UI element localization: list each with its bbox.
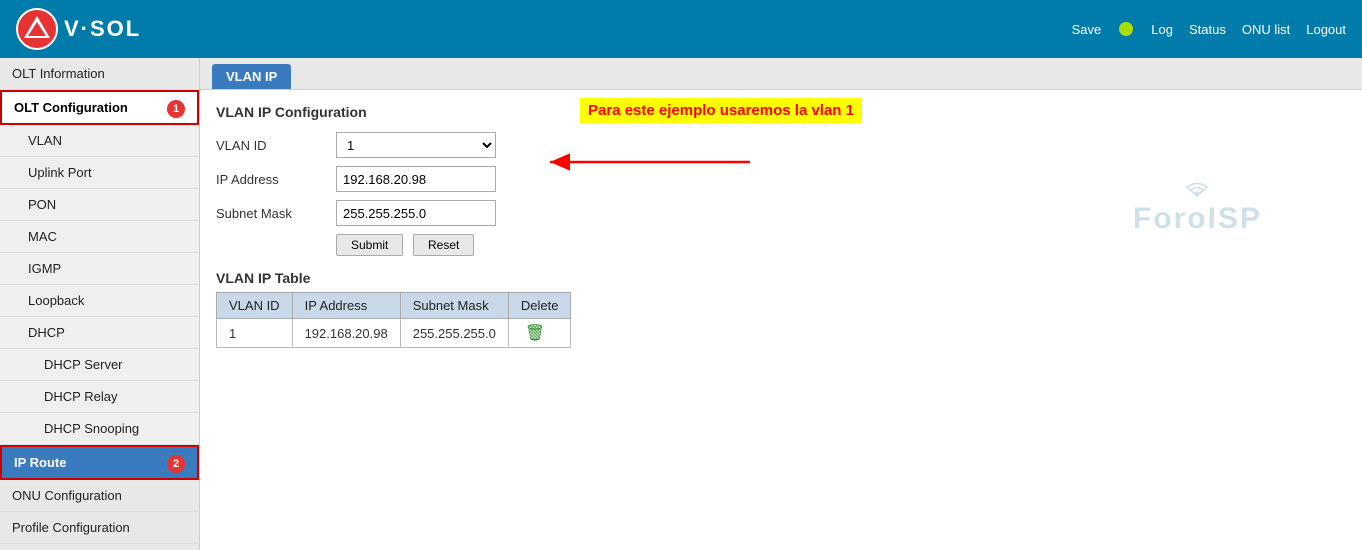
sidebar-item-olt-information[interactable]: OLT Information [0, 58, 199, 90]
sidebar-item-vlan[interactable]: VLAN [0, 125, 199, 157]
main-content: VLAN IP Para este ejemplo usaremos la vl… [200, 58, 1362, 550]
sidebar-item-olt-configuration[interactable]: OLT Configuration 1 [0, 90, 199, 125]
subnet-mask-label: Subnet Mask [216, 206, 336, 221]
logo-text: V·SOL [64, 16, 141, 42]
sidebar-item-loopback[interactable]: Loopback [0, 285, 199, 317]
sidebar-item-onu-configuration[interactable]: ONU Configuration [0, 480, 199, 512]
col-vlan-id: VLAN ID [217, 293, 293, 319]
row-subnet-mask: 255.255.255.0 [400, 319, 508, 348]
form-buttons: Submit Reset [336, 234, 1346, 256]
sidebar: OLT Information OLT Configuration 1 VLAN… [0, 58, 200, 550]
sidebar-item-dhcp-relay[interactable]: DHCP Relay [0, 381, 199, 413]
sidebar-item-pon[interactable]: PON [0, 189, 199, 221]
vsol-logo-icon [16, 8, 58, 50]
header-right: Save Log Status ONU list Logout [1072, 22, 1346, 37]
col-subnet-mask: Subnet Mask [400, 293, 508, 319]
sidebar-item-igmp[interactable]: IGMP [0, 253, 199, 285]
header: V·SOL Save Log Status ONU list Logout [0, 0, 1362, 58]
row-ip-address: 192.168.20.98 [292, 319, 400, 348]
row-delete-cell: 🗑 [508, 319, 571, 348]
col-ip-address: IP Address [292, 293, 400, 319]
sidebar-item-dhcp-server[interactable]: DHCP Server [0, 349, 199, 381]
nav-log[interactable]: Log [1151, 22, 1173, 37]
vlan-ip-table: VLAN ID IP Address Subnet Mask Delete 1 … [216, 292, 571, 348]
submit-button[interactable]: Submit [336, 234, 403, 256]
content-area: Para este ejemplo usaremos la vlan 1 VLA… [200, 90, 1362, 362]
subnet-mask-input[interactable] [336, 200, 496, 226]
reset-button[interactable]: Reset [413, 234, 474, 256]
tab-vlan-ip[interactable]: VLAN IP [212, 64, 291, 89]
layout: OLT Information OLT Configuration 1 VLAN… [0, 58, 1362, 550]
save-label[interactable]: Save [1072, 22, 1102, 37]
sidebar-item-mac[interactable]: MAC [0, 221, 199, 253]
table-section-title: VLAN IP Table [216, 270, 1346, 286]
sidebar-item-uplink-port[interactable]: Uplink Port [0, 157, 199, 189]
sidebar-item-profile-configuration[interactable]: Profile Configuration [0, 512, 199, 544]
form-row-subnet-mask: Subnet Mask [216, 200, 1346, 226]
sidebar-item-dhcp-snooping[interactable]: DHCP Snooping [0, 413, 199, 445]
form-row-ip-address: IP Address [216, 166, 1346, 192]
ip-address-input[interactable] [336, 166, 496, 192]
ip-address-label: IP Address [216, 172, 336, 187]
nav-onu-list[interactable]: ONU list [1242, 22, 1290, 37]
badge-1: 1 [167, 100, 185, 118]
col-delete: Delete [508, 293, 571, 319]
sidebar-item-system-configuration[interactable]: System Configuration [0, 544, 199, 550]
header-nav: Log Status ONU list Logout [1151, 22, 1346, 37]
row-vlan-id: 1 [217, 319, 293, 348]
nav-logout[interactable]: Logout [1306, 22, 1346, 37]
badge-2: 2 [167, 455, 185, 473]
tab-bar: VLAN IP [200, 58, 1362, 90]
logo: V·SOL [16, 8, 141, 50]
sidebar-item-dhcp[interactable]: DHCP [0, 317, 199, 349]
vlan-id-label: VLAN ID [216, 138, 336, 153]
annotation-text: Para este ejemplo usaremos la vlan 1 [580, 98, 862, 123]
delete-button[interactable]: 🗑 [521, 323, 549, 343]
sidebar-item-ip-route[interactable]: IP Route 2 [0, 445, 199, 480]
nav-status[interactable]: Status [1189, 22, 1226, 37]
vlan-id-select[interactable]: 1 [336, 132, 496, 158]
table-row: 1 192.168.20.98 255.255.255.0 🗑 [217, 319, 571, 348]
form-row-vlan-id: VLAN ID 1 [216, 132, 1346, 158]
status-indicator [1119, 22, 1133, 36]
